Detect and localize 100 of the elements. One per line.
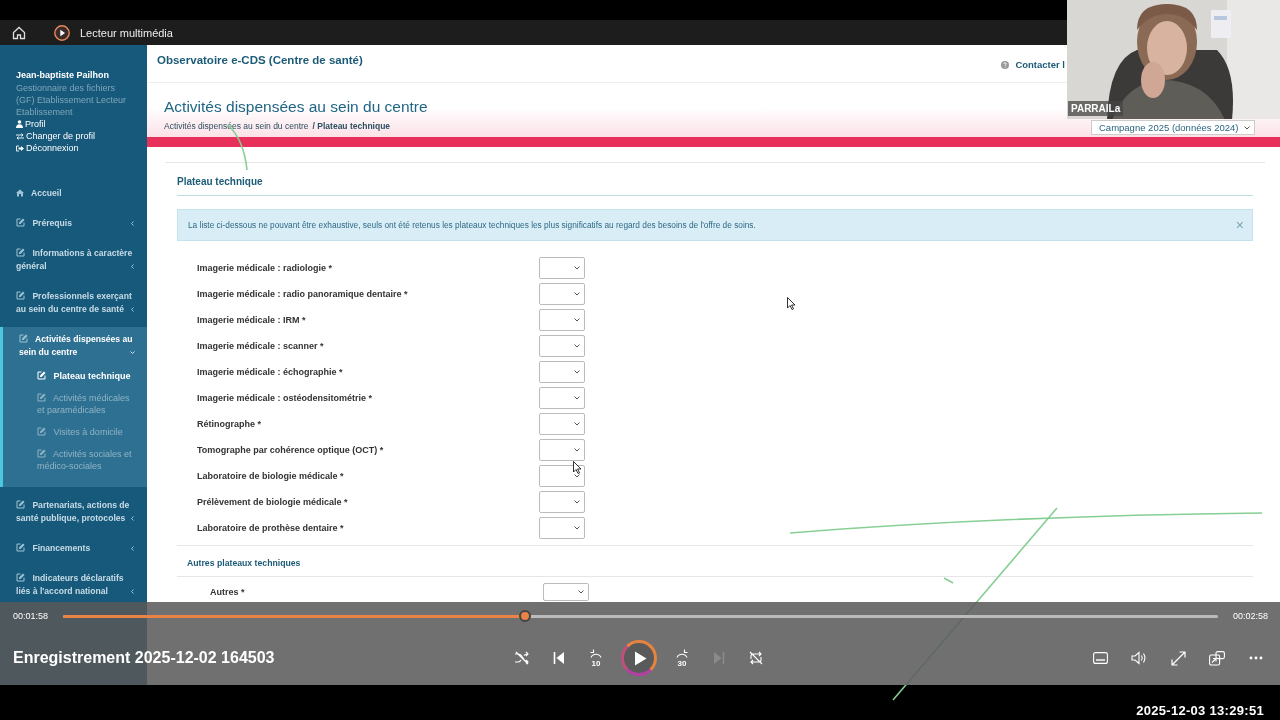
edit-icon	[16, 543, 25, 552]
select-field[interactable]	[539, 413, 585, 435]
edit-icon	[37, 371, 46, 380]
field-label: Laboratoire de prothèse dentaire *	[197, 523, 345, 533]
breadcrumb-current: / Plateau technique	[312, 121, 391, 131]
caret-icon	[574, 526, 580, 530]
shuffle-off-icon	[514, 651, 530, 665]
select-field[interactable]	[539, 283, 585, 305]
menu-item[interactable]: Prérequis	[0, 211, 147, 236]
caret-icon	[574, 344, 580, 348]
timestamp: 2025-12-03 13:29:51	[1136, 703, 1264, 718]
edit-icon	[37, 393, 46, 402]
select-field[interactable]	[539, 465, 585, 487]
forward-icon	[675, 648, 689, 658]
menu-item[interactable]: Activités dispensées au sein du centre	[3, 327, 147, 365]
edit-icon	[19, 334, 28, 343]
caret-icon	[574, 396, 580, 400]
menu-item[interactable]: Partenariats, actions de santé publique, protocoles	[0, 493, 147, 531]
user-link[interactable]: Déconnexion	[16, 142, 141, 154]
user-role: Gestionnaire des fichiers (GF) Etablissement Lecteur Etablissement	[16, 82, 128, 118]
select-field[interactable]	[539, 361, 585, 383]
edit-icon	[16, 573, 25, 582]
participant-name: PARRAILa	[1068, 101, 1124, 116]
field-label: Imagerie médicale : ostéodensitométrie *	[197, 393, 374, 403]
field-label: Imagerie médicale : IRM *	[197, 315, 307, 325]
play-icon	[54, 24, 70, 41]
more-icon	[1249, 656, 1263, 660]
swap-icon	[16, 132, 24, 140]
caret-icon	[574, 474, 580, 478]
field-label: Tomographe par cohérence optique (OCT) *	[197, 445, 385, 455]
subtitles-icon	[1092, 652, 1108, 664]
alert-text: La liste ci-dessous ne pouvant être exhaustive, seuls ont été retenus les plateaux techniques les plus significatifs au regard des besoins de l'offre de soins.	[188, 220, 756, 230]
user-name: Jean-baptiste Pailhon	[16, 70, 111, 80]
select-field[interactable]	[539, 335, 585, 357]
repeat-off-icon	[748, 650, 764, 666]
chevron-left-icon	[130, 221, 135, 226]
play-button[interactable]	[621, 640, 657, 676]
breadcrumb-link[interactable]: Activités dispensées au sein du centre	[164, 121, 309, 131]
caret-icon	[574, 370, 580, 374]
field-label: Laboratoire de biologie médicale *	[197, 471, 345, 481]
edit-icon	[37, 427, 46, 436]
rewind-icon	[589, 648, 603, 658]
menu-item[interactable]: Financements	[0, 536, 147, 561]
user-link[interactable]: Changer de profil	[16, 130, 141, 142]
user-link[interactable]: Profil	[16, 118, 141, 130]
person-icon	[16, 120, 23, 128]
field-label: Imagerie médicale : radio panoramique dentaire *	[197, 289, 409, 299]
caret-icon	[574, 292, 580, 296]
select-field[interactable]	[539, 439, 585, 461]
menu-item[interactable]: Indicateurs déclaratifs liés à l'accord national	[0, 566, 147, 604]
caret-icon	[574, 318, 580, 322]
chevron-left-icon	[130, 516, 135, 521]
home-icon	[16, 189, 24, 197]
select-field[interactable]	[539, 257, 585, 279]
caret-icon	[1244, 125, 1250, 130]
sign-out-icon	[16, 144, 24, 152]
edit-icon	[16, 500, 25, 509]
edit-icon	[16, 248, 25, 257]
caret-icon	[574, 266, 580, 270]
caret-icon	[578, 590, 584, 594]
expand-icon	[1170, 650, 1186, 666]
submenu-item[interactable]: Plateau technique	[3, 365, 147, 387]
menu-item[interactable]: Accueil	[0, 181, 147, 206]
help-icon	[1001, 60, 1010, 69]
campaign-select[interactable]: Campagne 2025 (données 2024)	[1091, 120, 1255, 135]
select-field[interactable]	[539, 387, 585, 409]
edit-icon	[16, 291, 25, 300]
edit-icon	[16, 218, 25, 227]
subsection-title: Autres plateaux techniques	[187, 558, 301, 568]
mini-player-icon	[1209, 650, 1225, 666]
menu-item[interactable]: Informations à caractère général	[0, 241, 147, 279]
page-title: Activités dispensées au sein du centre	[164, 98, 428, 116]
rewind-button[interactable]: 10	[584, 645, 608, 671]
cursor-icon	[787, 297, 796, 310]
home-button[interactable]	[12, 25, 28, 40]
caret-icon	[574, 500, 580, 504]
caret-icon	[574, 448, 580, 452]
app-title: Lecteur multimédia	[80, 26, 173, 39]
field-label: Autres *	[210, 587, 246, 597]
select-field[interactable]	[543, 583, 589, 601]
select-field[interactable]	[539, 309, 585, 331]
field-label: Imagerie médicale : échographie *	[197, 367, 344, 377]
duration-time: 00:02:58	[1232, 611, 1268, 621]
select-field[interactable]	[539, 491, 585, 513]
next-icon	[713, 651, 725, 665]
menu-item[interactable]: Professionnels exerçant au sein du centre de santé	[0, 284, 147, 322]
caret-icon	[574, 422, 580, 426]
elapsed-time: 00:01:58	[13, 611, 49, 621]
recording-title: Enregistrement 2025-12-02 164503	[13, 649, 275, 667]
field-label: Imagerie médicale : scanner *	[197, 341, 325, 351]
edit-icon	[37, 449, 46, 458]
field-label: Prélèvement de biologie médicale *	[197, 497, 349, 507]
select-field[interactable]	[539, 517, 585, 539]
chevron-left-icon	[130, 307, 135, 312]
field-label: Rétinographe *	[197, 419, 262, 429]
forward-button[interactable]: 30	[670, 645, 694, 671]
field-label: Imagerie médicale : radiologie *	[197, 263, 334, 273]
previous-icon	[553, 651, 565, 665]
chevron-left-icon	[130, 546, 135, 551]
contact-link[interactable]: Contacter l	[1001, 59, 1065, 70]
